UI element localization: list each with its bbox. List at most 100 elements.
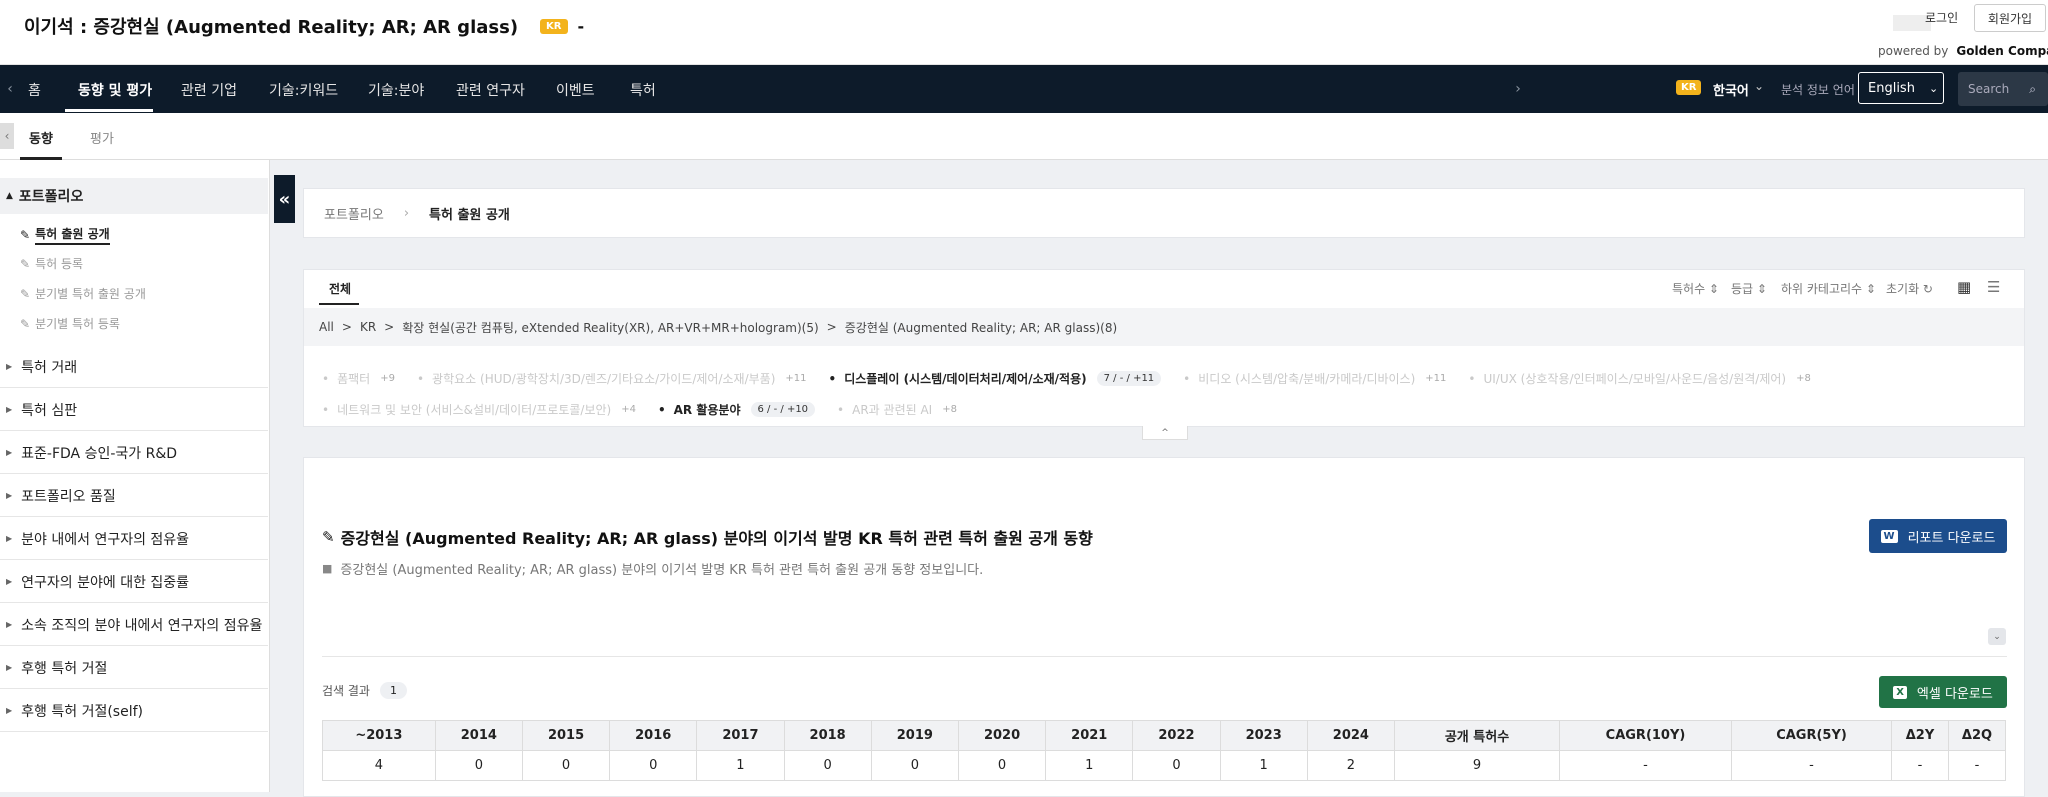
sidebar-category[interactable]: ▶ 분야 내에서 연구자의 점유율: [0, 518, 268, 560]
collapse-sidebar-button[interactable]: «: [274, 175, 295, 223]
nav-item-events[interactable]: 이벤트: [556, 80, 595, 100]
column-header[interactable]: ~2013: [322, 720, 436, 751]
column-header[interactable]: 2016: [609, 720, 698, 751]
language-selector[interactable]: 한국어: [1713, 80, 1749, 99]
caret-right-icon: ▶: [6, 577, 13, 586]
bullet-icon: •: [322, 371, 330, 386]
sidebar-category[interactable]: ▶ 소속 조직의 분야 내에서 연구자의 점유율: [0, 604, 268, 646]
category-tag[interactable]: • AR과 관련된 AI +8: [837, 401, 957, 418]
login-link[interactable]: 로그인: [1925, 9, 1958, 26]
nav-item-trend-eval[interactable]: 동향 및 평가: [78, 80, 152, 100]
nav-item-researchers[interactable]: 관련 연구자: [456, 80, 525, 100]
sidebar-category[interactable]: ▶ 후행 특허 거절(self): [0, 690, 268, 732]
column-header[interactable]: Δ2Y: [1891, 720, 1949, 751]
category-tag[interactable]: • 디스플레이 (시스템/데이터처리/제어/소재/적용) 7 / - / +11: [829, 370, 1162, 387]
reset-button[interactable]: 초기화 ↻: [1886, 280, 1933, 297]
search-icon[interactable]: ⌕: [2029, 82, 2036, 97]
sidebar-item-quarterly-publication[interactable]: ✎ 분기별 특허 출원 공개: [20, 285, 146, 302]
tag-label: AR 활용분야: [673, 403, 741, 417]
brand-logo: Golden Compass: [1956, 44, 2048, 58]
column-header[interactable]: CAGR(5Y): [1731, 720, 1892, 751]
nav-item-patents[interactable]: 특허: [630, 80, 656, 100]
caret-right-icon: ▶: [6, 706, 13, 715]
sidebar-item-quarterly-registration[interactable]: ✎ 분기별 특허 등록: [20, 315, 120, 332]
sidebar-item-patent-registration[interactable]: ✎ 특허 등록: [20, 255, 83, 272]
sort-by-subcategory[interactable]: 하위 카테고리수 ⇕: [1781, 280, 1876, 297]
table-header-row: ~2013 2014 2015 2016 2017 2018 2019 2020…: [322, 720, 2006, 751]
sidebar-item-label: 분기별 특허 등록: [35, 317, 120, 331]
nav-left-arrow-icon[interactable]: ‹: [2, 79, 18, 99]
list-view-icon[interactable]: ☰: [1987, 278, 2000, 296]
nav-right-arrow-icon[interactable]: ›: [1510, 79, 1526, 99]
sidebar-category[interactable]: ▶ 포트폴리오 품질: [0, 475, 268, 517]
category-tag[interactable]: • 광학요소 (HUD/광학장치/3D/렌즈/기타요소/가이드/제어/소재/부품)…: [417, 370, 807, 387]
tag-label: UI/UX (상호작용/인터페이스/모바일/사운드/음성/원격/제어): [1483, 372, 1787, 386]
tab-evaluation[interactable]: 평가: [90, 128, 114, 147]
nav-item-companies[interactable]: 관련 기업: [181, 80, 237, 100]
sidebar-category[interactable]: ▶ 특허 거래: [0, 346, 268, 388]
category-tag[interactable]: • 폼팩터 +9: [322, 370, 395, 387]
column-header[interactable]: 2019: [870, 720, 959, 751]
analysis-language-select[interactable]: English ⌄: [1858, 72, 1944, 104]
tag-label: 네트워크 및 보안 (서비스&설비/데이터/프로토콜/보안): [337, 403, 612, 417]
column-header[interactable]: 2021: [1045, 720, 1134, 751]
sidebar-category[interactable]: ▶ 연구자의 분야에 대한 집중률: [0, 561, 268, 603]
path-item[interactable]: KR: [360, 320, 376, 334]
path-item[interactable]: All: [319, 320, 334, 334]
category-tag[interactable]: • 네트워크 및 보안 (서비스&설비/데이터/프로토콜/보안) +4: [322, 401, 636, 418]
sidebar-section-portfolio[interactable]: ▲ 포트폴리오: [0, 178, 268, 214]
column-header[interactable]: 공개 특허수: [1394, 720, 1560, 751]
sidebar-category[interactable]: ▶ 특허 심판: [0, 389, 268, 431]
sort-by-count[interactable]: 특허수 ⇕: [1672, 280, 1719, 297]
nav-item-tech-keyword[interactable]: 기술:키워드: [269, 80, 338, 100]
breadcrumb: 포트폴리오 › 특허 출원 공개: [303, 188, 2025, 238]
category-tag-row: • 폼팩터 +9 • 광학요소 (HUD/광학장치/3D/렌즈/기타요소/가이드/제어…: [322, 370, 1833, 387]
section-description: ■ 증강현실 (Augmented Reality; AR; AR glass) …: [322, 559, 983, 578]
chevron-down-icon[interactable]: ⌄: [1754, 79, 1764, 93]
path-item[interactable]: 증강현실 (Augmented Reality; AR; AR glass)(8…: [845, 319, 1117, 336]
tag-label: 광학요소 (HUD/광학장치/3D/렌즈/기타요소/가이드/제어/소재/부품): [432, 372, 776, 386]
tab-all[interactable]: 전체: [329, 280, 351, 297]
chevron-up-icon[interactable]: ^: [1142, 426, 1188, 440]
tab-trend[interactable]: 동향: [29, 128, 53, 147]
table-cell: -: [1559, 750, 1732, 781]
report-download-button[interactable]: W 리포트 다운로드: [1869, 519, 2007, 553]
column-header[interactable]: 2014: [434, 720, 523, 751]
category-path: All > KR > 확장 현실(공간 컴퓨팅, eXtended Reality(…: [304, 308, 2024, 346]
search-results-count: 1: [379, 682, 407, 699]
sort-by-grade[interactable]: 등급 ⇕: [1731, 280, 1767, 297]
grid-view-icon[interactable]: ▦: [1957, 278, 1971, 296]
sidebar-category[interactable]: ▶ 후행 특허 거절: [0, 647, 268, 689]
category-tag[interactable]: • UI/UX (상호작용/인터페이스/모바일/사운드/음성/원격/제어) +8: [1468, 370, 1810, 387]
column-header[interactable]: 2018: [783, 720, 872, 751]
column-header[interactable]: 2020: [957, 720, 1047, 751]
column-header[interactable]: Δ2Q: [1948, 720, 2006, 751]
caret-right-icon: ▶: [6, 620, 13, 629]
table-cell: 1: [1045, 750, 1134, 781]
table-cell: -: [1891, 750, 1949, 781]
column-header[interactable]: 2022: [1132, 720, 1221, 751]
sidebar-category[interactable]: ▶ 표준-FDA 승인-국가 R&D: [0, 432, 268, 474]
sidebar-category-label: 후행 특허 거절: [21, 660, 108, 677]
sidebar-item-patent-publication[interactable]: ✎ 특허 출원 공개: [20, 225, 110, 245]
path-item[interactable]: 확장 현실(공간 컴퓨팅, eXtended Reality(XR), AR+V…: [402, 319, 818, 336]
category-tag[interactable]: • AR 활용분야 6 / - / +10: [658, 401, 816, 418]
column-header[interactable]: 2023: [1219, 720, 1308, 751]
subtab-left-arrow-icon[interactable]: ‹: [0, 123, 14, 149]
signup-button[interactable]: 회원가입: [1974, 4, 2046, 32]
sidebar-item-label: 분기별 특허 출원 공개: [35, 287, 146, 301]
tag-label: 폼팩터: [337, 372, 371, 386]
nav-item-tech-field[interactable]: 기술:분야: [368, 80, 424, 100]
column-header[interactable]: CAGR(10Y): [1559, 720, 1732, 751]
excel-download-button[interactable]: X 엑셀 다운로드: [1879, 676, 2007, 708]
bullet-icon: •: [837, 402, 845, 417]
search-input[interactable]: Search ⌕: [1958, 72, 2048, 106]
column-header[interactable]: 2015: [521, 720, 611, 751]
top-header: 이기석 : 증강현실 (Augmented Reality; AR; AR gl…: [0, 0, 2048, 65]
column-header[interactable]: 2024: [1306, 720, 1396, 751]
breadcrumb-root[interactable]: 포트폴리오: [324, 204, 384, 223]
nav-item-home[interactable]: 홈: [28, 80, 41, 100]
chevron-down-icon[interactable]: ⌄: [1988, 628, 2006, 645]
column-header[interactable]: 2017: [696, 720, 785, 751]
category-tag[interactable]: • 비디오 (시스템/압축/분배/카메라/디바이스) +11: [1183, 370, 1446, 387]
